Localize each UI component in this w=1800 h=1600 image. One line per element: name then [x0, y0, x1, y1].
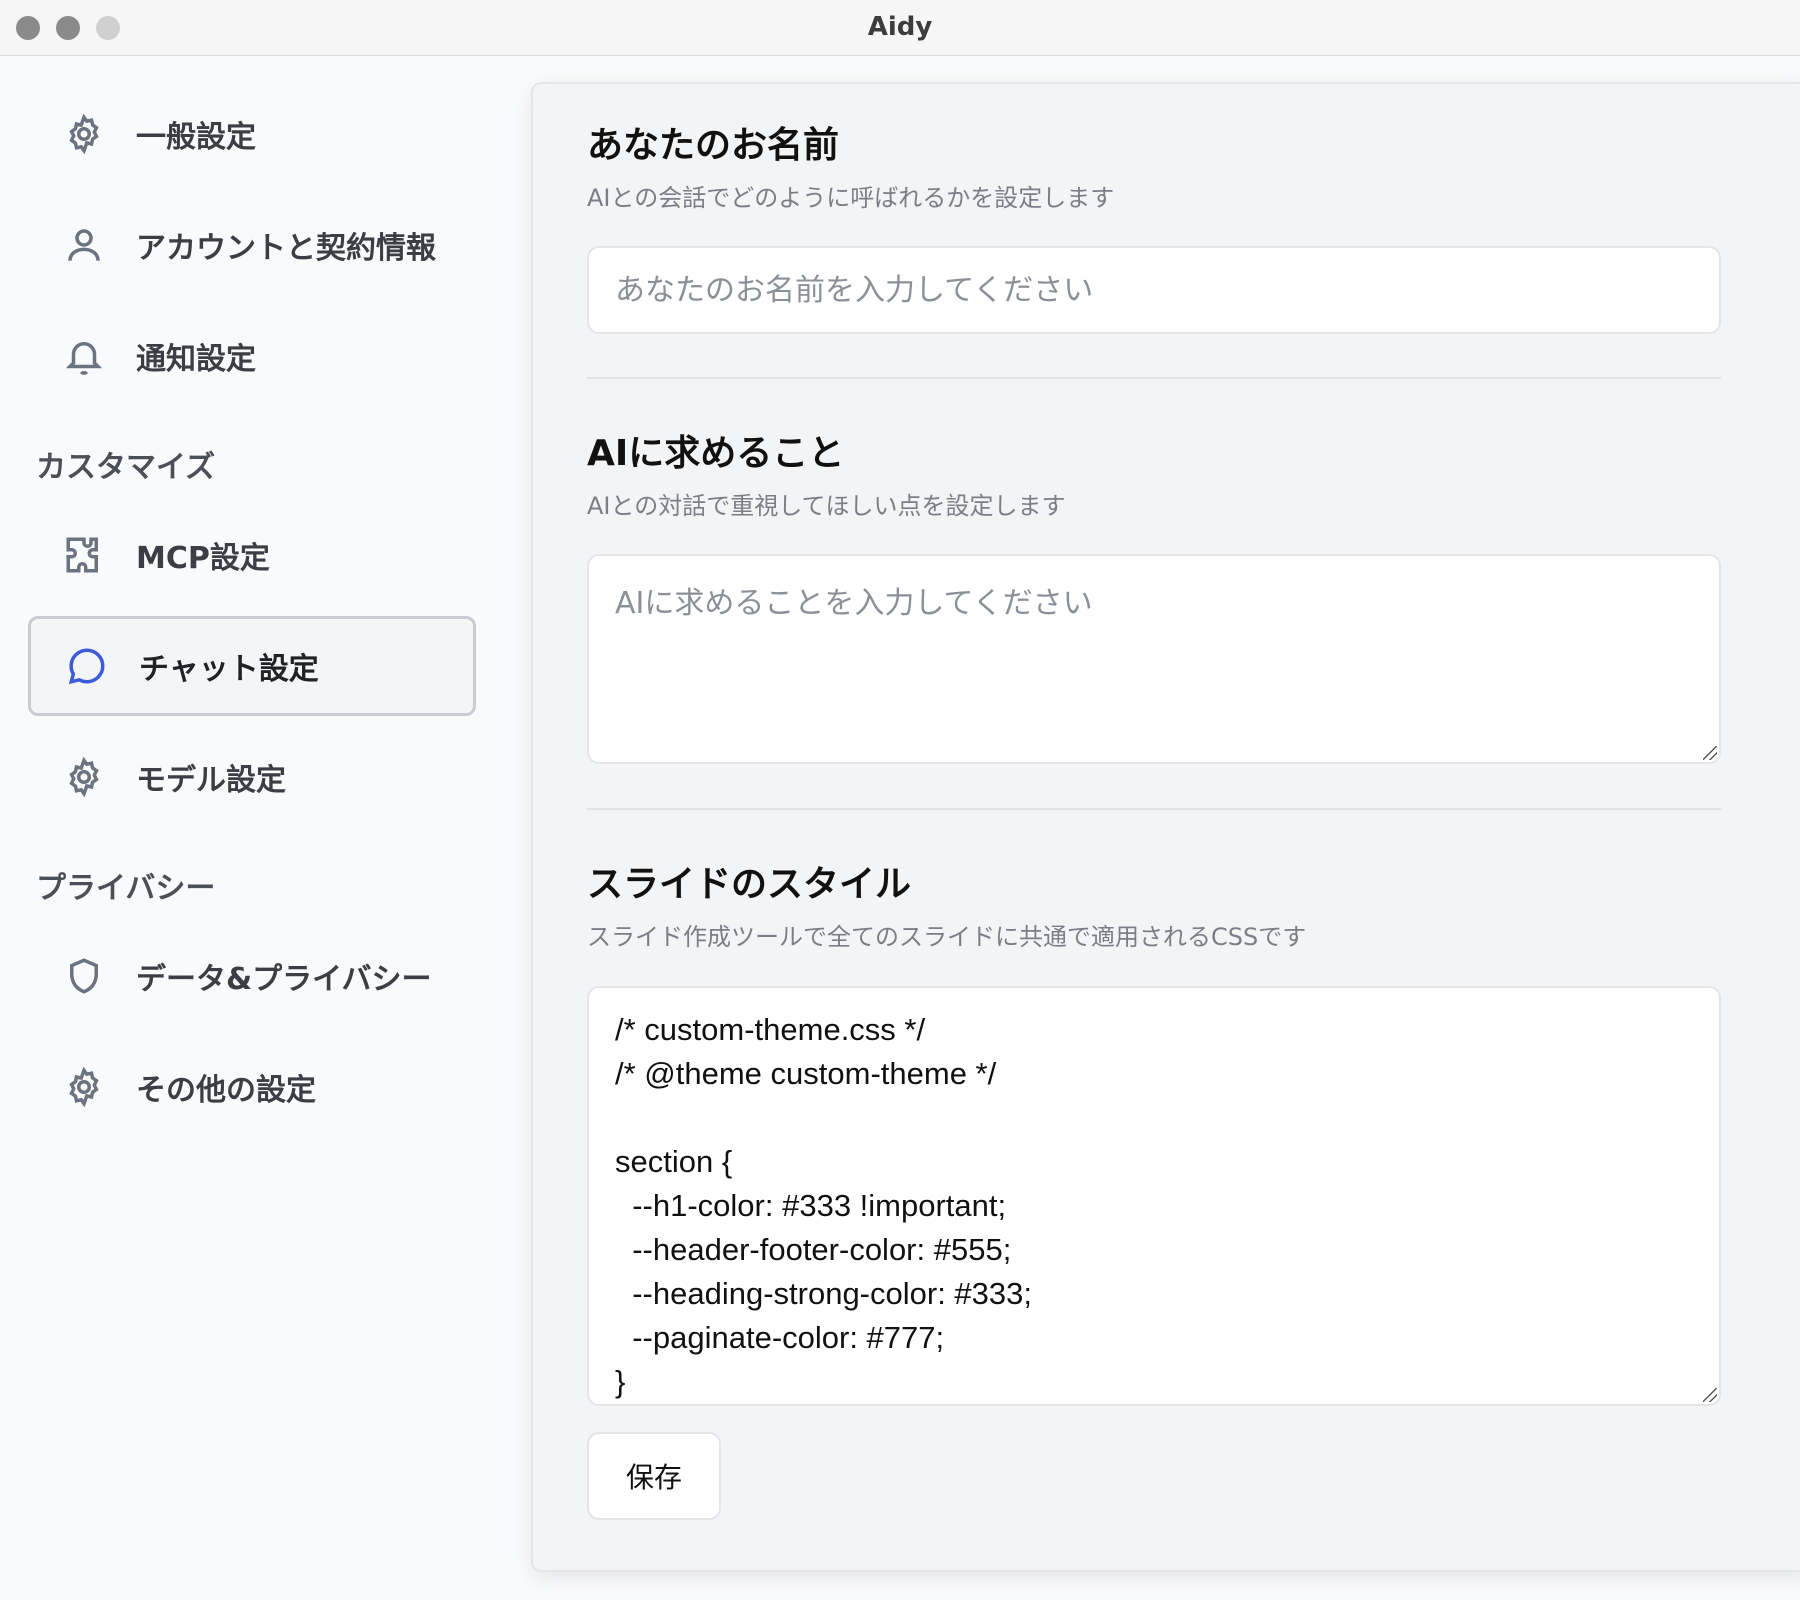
settings-panel: あなたのお名前 AIとの会話でどのように呼ばれるかを設定します AIに求めること… [531, 82, 1800, 1572]
sidebar-item-chat-settings[interactable]: チャット設定 [28, 616, 476, 716]
save-button[interactable]: 保存 [587, 1432, 721, 1520]
puzzle-icon [62, 533, 106, 577]
ai-section-title: AIに求めること [587, 433, 845, 474]
sidebar-item-label: アカウントと契約情報 [136, 231, 436, 266]
window-title: Aidy [867, 12, 933, 42]
sidebar-item-label: その他の設定 [136, 1073, 316, 1108]
sidebar-item-general-settings[interactable]: 一般設定 [28, 84, 476, 184]
sidebar-item-label: 一般設定 [136, 120, 256, 155]
section-divider [587, 808, 1721, 810]
resize-handle[interactable] [1703, 1388, 1717, 1402]
name-section-title: あなたのお名前 [587, 125, 840, 166]
sidebar: 一般設定 アカウントと契約情報 通知設定 カスタマイズ MCP設定 チャット設定… [0, 57, 520, 1600]
section-label-customize: カスタマイズ [36, 450, 216, 485]
sidebar-item-other-settings[interactable]: その他の設定 [28, 1037, 476, 1137]
slide-style-section-description: スライド作成ツールで全てのスライドに共通で適用されるCSSです [587, 923, 1307, 951]
ai-section-description: AIとの対話で重視してほしい点を設定します [587, 492, 1066, 520]
sidebar-item-label: MCP設定 [136, 541, 270, 576]
gear-icon [62, 755, 106, 799]
resize-handle[interactable] [1703, 746, 1717, 760]
section-label-privacy: プライバシー [36, 871, 216, 906]
sidebar-item-notifications[interactable]: 通知設定 [28, 306, 476, 406]
sidebar-item-model-settings[interactable]: モデル設定 [28, 727, 476, 827]
gear-icon [62, 112, 106, 156]
name-input[interactable] [587, 246, 1721, 334]
sidebar-item-label: モデル設定 [136, 763, 286, 798]
sidebar-item-label: 通知設定 [136, 342, 256, 377]
css-editor-textarea[interactable]: /* custom-theme.css */ /* @theme custom-… [587, 986, 1721, 1406]
bell-icon [62, 334, 106, 378]
sidebar-item-label: チャット設定 [139, 652, 319, 687]
sidebar-item-mcp[interactable]: MCP設定 [28, 505, 476, 605]
user-icon [62, 223, 106, 267]
ai-request-textarea[interactable] [587, 554, 1721, 764]
sidebar-item-data-privacy[interactable]: データ&プライバシー [28, 926, 476, 1026]
name-section-description: AIとの会話でどのように呼ばれるかを設定します [587, 184, 1115, 212]
sidebar-item-account[interactable]: アカウントと契約情報 [28, 195, 476, 295]
title-bar: Aidy [0, 0, 1800, 56]
sidebar-item-label: データ&プライバシー [136, 962, 432, 997]
shield-icon [62, 954, 106, 998]
slide-style-section-title: スライドのスタイル [587, 864, 912, 905]
section-divider [587, 377, 1721, 379]
chat-bubble-icon [65, 644, 109, 688]
gear-icon [62, 1065, 106, 1109]
